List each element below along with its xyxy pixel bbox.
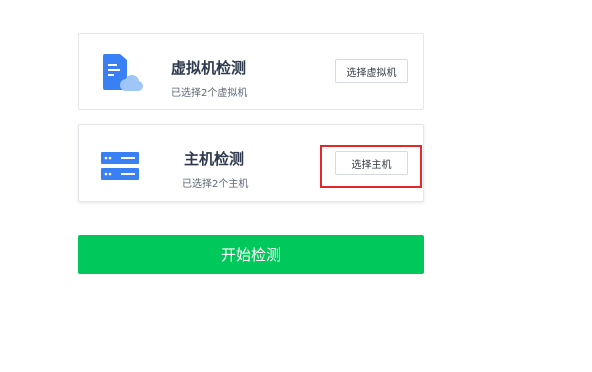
vm-detection-card: 虚拟机检测 已选择2个虚拟机 选择虚拟机: [78, 33, 424, 110]
vm-cloud-server-icon: [103, 54, 143, 91]
start-detection-button[interactable]: 开始检测: [78, 235, 424, 274]
select-host-button[interactable]: 选择主机: [335, 151, 408, 175]
host-card-subtitle: 已选择2个主机: [182, 179, 249, 190]
host-server-icon: [101, 152, 139, 180]
select-vm-button[interactable]: 选择虚拟机: [335, 59, 408, 83]
host-detection-card: 主机检测 已选择2个主机 选择主机: [78, 124, 424, 202]
vm-card-subtitle: 已选择2个虚拟机: [171, 88, 248, 99]
vm-card-title: 虚拟机检测: [171, 59, 247, 77]
host-card-title: 主机检测: [184, 150, 245, 168]
